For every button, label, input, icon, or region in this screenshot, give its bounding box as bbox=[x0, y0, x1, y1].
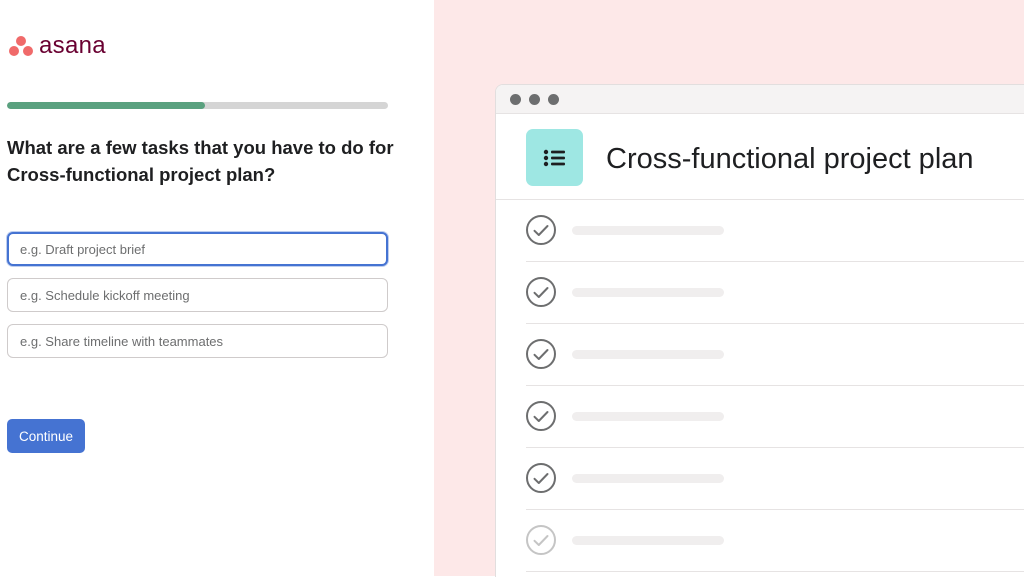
task-input-1[interactable] bbox=[7, 232, 388, 266]
task-placeholder-bar bbox=[572, 536, 724, 545]
progress-fill bbox=[7, 102, 206, 109]
task-placeholder-bar bbox=[572, 226, 724, 235]
window-dot-icon bbox=[510, 93, 521, 105]
asana-logo: asana bbox=[8, 32, 106, 60]
check-circle-icon bbox=[526, 463, 556, 493]
task-row bbox=[526, 324, 1024, 386]
project-preview-window: Cross-functional project plan bbox=[495, 84, 1024, 577]
window-title-bar bbox=[496, 85, 1024, 114]
check-circle-icon bbox=[526, 525, 556, 555]
task-list bbox=[496, 200, 1024, 572]
task-row bbox=[526, 448, 1024, 510]
window-dot-icon bbox=[529, 93, 540, 105]
setup-panel: asana What are a few tasks that you have… bbox=[0, 0, 434, 576]
project-header: Cross-functional project plan bbox=[496, 114, 1024, 200]
task-row bbox=[526, 510, 1024, 572]
question-heading: What are a few tasks that you have to do… bbox=[7, 137, 394, 185]
check-circle-icon bbox=[526, 277, 556, 307]
task-row bbox=[526, 262, 1024, 324]
task-row bbox=[526, 386, 1024, 448]
project-title: Cross-functional project plan bbox=[606, 143, 974, 175]
brand-name: asana bbox=[39, 32, 106, 59]
list-icon bbox=[526, 129, 583, 186]
task-placeholder-bar bbox=[572, 288, 724, 297]
task-input-2[interactable] bbox=[7, 278, 388, 312]
progress-bar bbox=[7, 102, 388, 109]
asana-logo-icon bbox=[8, 34, 34, 58]
task-placeholder-bar bbox=[572, 412, 724, 421]
window-dot-icon bbox=[548, 93, 559, 105]
task-placeholder-bar bbox=[572, 474, 724, 483]
check-circle-icon bbox=[526, 215, 556, 245]
continue-button[interactable]: Continue bbox=[7, 419, 85, 453]
check-circle-icon bbox=[526, 339, 556, 369]
task-row bbox=[526, 200, 1024, 262]
check-circle-icon bbox=[526, 401, 556, 431]
task-placeholder-bar bbox=[572, 350, 724, 359]
task-input-3[interactable] bbox=[7, 324, 388, 358]
